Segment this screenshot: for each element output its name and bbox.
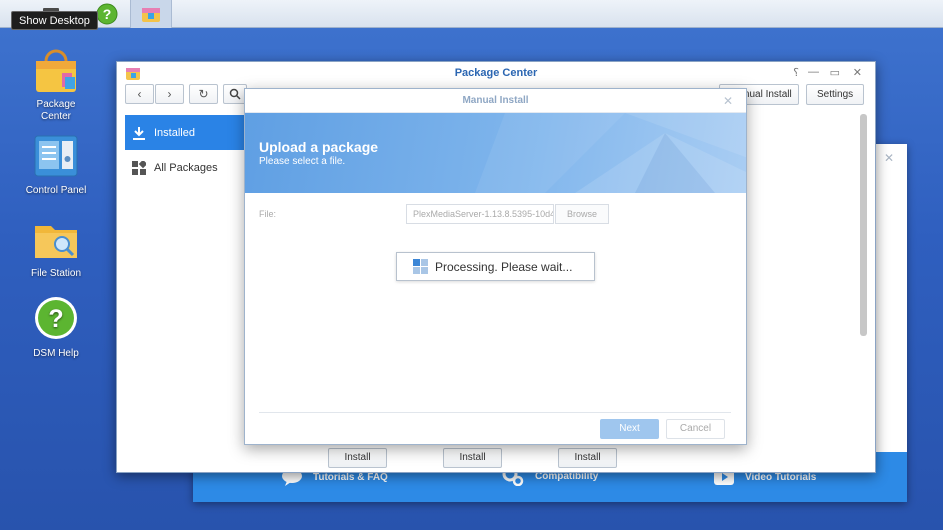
pin-icon[interactable]: ⸮ [793,66,799,79]
install-button[interactable]: Install [558,448,617,468]
file-label: File: [259,209,277,219]
video-tutorials-label: Video Tutorials [745,471,817,483]
desktop-icon-control-panel[interactable]: Control Panel [16,133,96,197]
window-title: Package Center [454,67,538,79]
dialog-title: Manual Install [245,89,746,113]
forward-button[interactable]: › [155,84,184,104]
file-input[interactable]: PlexMediaServer-1.13.8.5395-10d48da0d-x8… [406,204,554,224]
sidebar: Installed All Packages [125,115,253,185]
taskbar-package-center-button[interactable] [130,0,172,28]
dsm-help-icon: ? [32,296,80,344]
download-icon [133,126,145,140]
desktop-icon-label: File Station [30,268,82,279]
banner-subtitle: Please select a file. [259,156,346,167]
minimize-icon[interactable]: — [808,66,819,78]
chevron-left-icon: ‹ [137,87,142,101]
desktop-icon-label: Control Panel [25,185,87,196]
processing-text: Processing. Please wait... [435,259,573,274]
browse-button[interactable]: Browse [555,204,609,224]
help-icon: ? [96,3,118,25]
next-button[interactable]: Next [600,419,659,439]
refresh-button[interactable]: ↻ [189,84,218,104]
close-icon[interactable]: ✕ [884,151,894,165]
install-button[interactable]: Install [328,448,387,468]
manual-install-dialog: Manual Install ✕ Upload a package Please… [244,88,747,445]
grid-icon [132,160,146,175]
settings-button[interactable]: Settings [806,84,865,105]
search-icon [229,88,241,100]
desktop-icon-dsm-help[interactable]: ? DSM Help [16,296,96,360]
sidebar-item-label: Installed [154,126,195,139]
sidebar-item-installed[interactable]: Installed [125,115,253,150]
desktop-icon-label: Package Center [36,99,76,122]
tutorials-faq-label: Tutorials & FAQ [313,471,388,483]
desktop-icon-file-station[interactable]: File Station [16,216,96,280]
svg-text:?: ? [103,6,112,22]
svg-text:?: ? [48,305,63,333]
show-desktop-tooltip: Show Desktop [11,11,98,30]
sidebar-item-all-packages[interactable]: All Packages [125,150,253,185]
install-button[interactable]: Install [443,448,502,468]
package-center-icon [32,47,80,95]
taskbar: ? [0,0,943,28]
desktop-icon-package-center[interactable]: Package Center [16,47,96,123]
settings-label: Settings [817,89,854,100]
desktop-icon-label: DSM Help [33,348,79,359]
file-station-icon [32,216,80,264]
loading-icon [413,259,428,274]
refresh-icon: ↻ [198,87,209,101]
maximize-icon[interactable]: ▭ [830,66,840,79]
control-panel-icon [32,133,80,181]
close-icon[interactable]: ✕ [723,94,733,108]
cancel-button[interactable]: Cancel [666,419,725,439]
divider [259,412,731,413]
sidebar-item-label: All Packages [154,161,218,174]
back-button[interactable]: ‹ [125,84,154,104]
close-icon[interactable]: ✕ [853,66,862,79]
dialog-banner: Upload a package Please select a file. [245,113,746,193]
processing-indicator: Processing. Please wait... [396,252,595,281]
banner-title: Upload a package [259,139,379,155]
chevron-right-icon: › [167,87,172,101]
scrollbar[interactable] [860,114,867,336]
package-center-icon [142,8,160,22]
